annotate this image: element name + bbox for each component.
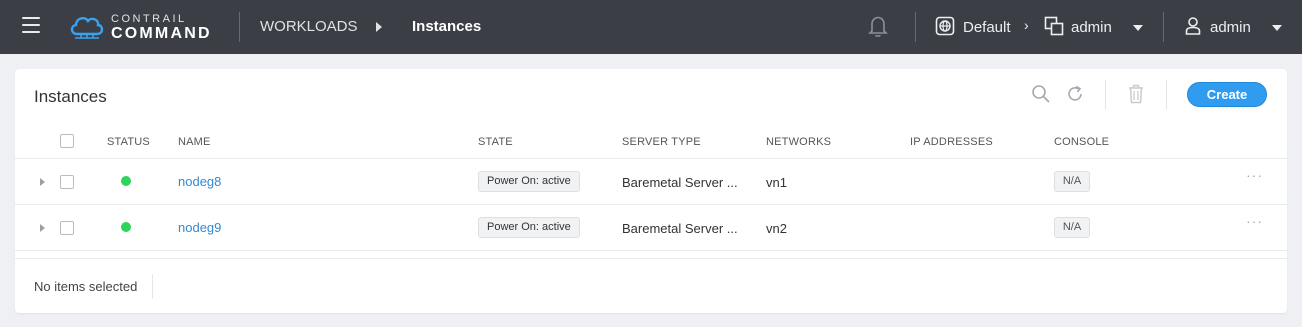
- bell-icon[interactable]: [868, 14, 888, 38]
- divider: [915, 12, 916, 42]
- divider: [152, 274, 153, 299]
- divider: [239, 12, 240, 42]
- user-menu[interactable]: admin: [1210, 19, 1251, 36]
- divider: [15, 158, 1287, 159]
- console-badge: N/A: [1054, 171, 1090, 192]
- state-badge: Power On: active: [478, 217, 580, 238]
- row-checkbox[interactable]: [60, 175, 74, 189]
- divider: [15, 204, 1287, 205]
- selection-status: No items selected: [34, 279, 138, 294]
- search-icon[interactable]: [1031, 84, 1051, 104]
- column-header-ip-addresses[interactable]: IP ADDRESSES: [910, 136, 993, 148]
- create-button[interactable]: Create: [1187, 82, 1267, 107]
- breadcrumb-workloads[interactable]: WORKLOADS: [260, 18, 358, 35]
- divider: [1166, 80, 1167, 110]
- more-icon[interactable]: ···: [1246, 213, 1263, 229]
- server-type-cell: Baremetal Server ...: [622, 175, 738, 190]
- more-icon[interactable]: ···: [1246, 167, 1263, 183]
- state-badge: Power On: active: [478, 171, 580, 192]
- expand-row-icon[interactable]: [40, 224, 45, 232]
- top-navigation-bar: CONTRAIL COMMAND WORKLOADS Instances Def…: [0, 0, 1302, 54]
- breadcrumb-instances: Instances: [412, 18, 482, 35]
- project-selector[interactable]: admin: [1071, 19, 1112, 36]
- caret-down-icon[interactable]: [1133, 25, 1143, 31]
- divider: [1163, 12, 1164, 42]
- instances-panel: Instances Create STATUS NAME STATE SERVE…: [15, 69, 1287, 313]
- globe-icon: [935, 16, 955, 36]
- domain-selector[interactable]: Default: [963, 19, 1011, 36]
- user-icon: [1185, 17, 1201, 35]
- networks-cell: vn1: [766, 175, 787, 190]
- expand-row-icon[interactable]: [40, 178, 45, 186]
- column-header-status[interactable]: STATUS: [107, 136, 150, 148]
- caret-down-icon[interactable]: [1272, 25, 1282, 31]
- status-indicator-active: [121, 176, 131, 186]
- status-indicator-active: [121, 222, 131, 232]
- chevron-right-icon: ›: [1024, 17, 1029, 33]
- column-header-state[interactable]: STATE: [478, 136, 513, 148]
- trash-icon[interactable]: [1128, 84, 1144, 104]
- divider: [1105, 80, 1106, 110]
- console-badge: N/A: [1054, 217, 1090, 238]
- refresh-icon[interactable]: [1065, 84, 1085, 104]
- server-type-cell: Baremetal Server ...: [622, 221, 738, 236]
- caret-right-icon: [376, 22, 382, 32]
- divider: [15, 258, 1287, 259]
- instance-name-link[interactable]: nodeg9: [178, 220, 221, 235]
- select-all-checkbox[interactable]: [60, 134, 74, 148]
- column-header-server-type[interactable]: SERVER TYPE: [622, 136, 701, 148]
- row-checkbox[interactable]: [60, 221, 74, 235]
- project-icon: [1044, 16, 1064, 36]
- divider: [15, 250, 1287, 251]
- page-title: Instances: [34, 87, 107, 106]
- logo-bottom-text: COMMAND: [111, 25, 212, 42]
- logo-top-text: CONTRAIL: [111, 13, 187, 25]
- column-header-console[interactable]: CONSOLE: [1054, 136, 1109, 148]
- instance-name-link[interactable]: nodeg8: [178, 174, 221, 189]
- contrail-command-logo[interactable]: CONTRAIL COMMAND: [69, 11, 219, 43]
- column-header-networks[interactable]: NETWORKS: [766, 136, 831, 148]
- networks-cell: vn2: [766, 221, 787, 236]
- column-header-name[interactable]: NAME: [178, 136, 211, 148]
- menu-icon[interactable]: [22, 17, 40, 35]
- contrail-logo-icon: [70, 17, 104, 39]
